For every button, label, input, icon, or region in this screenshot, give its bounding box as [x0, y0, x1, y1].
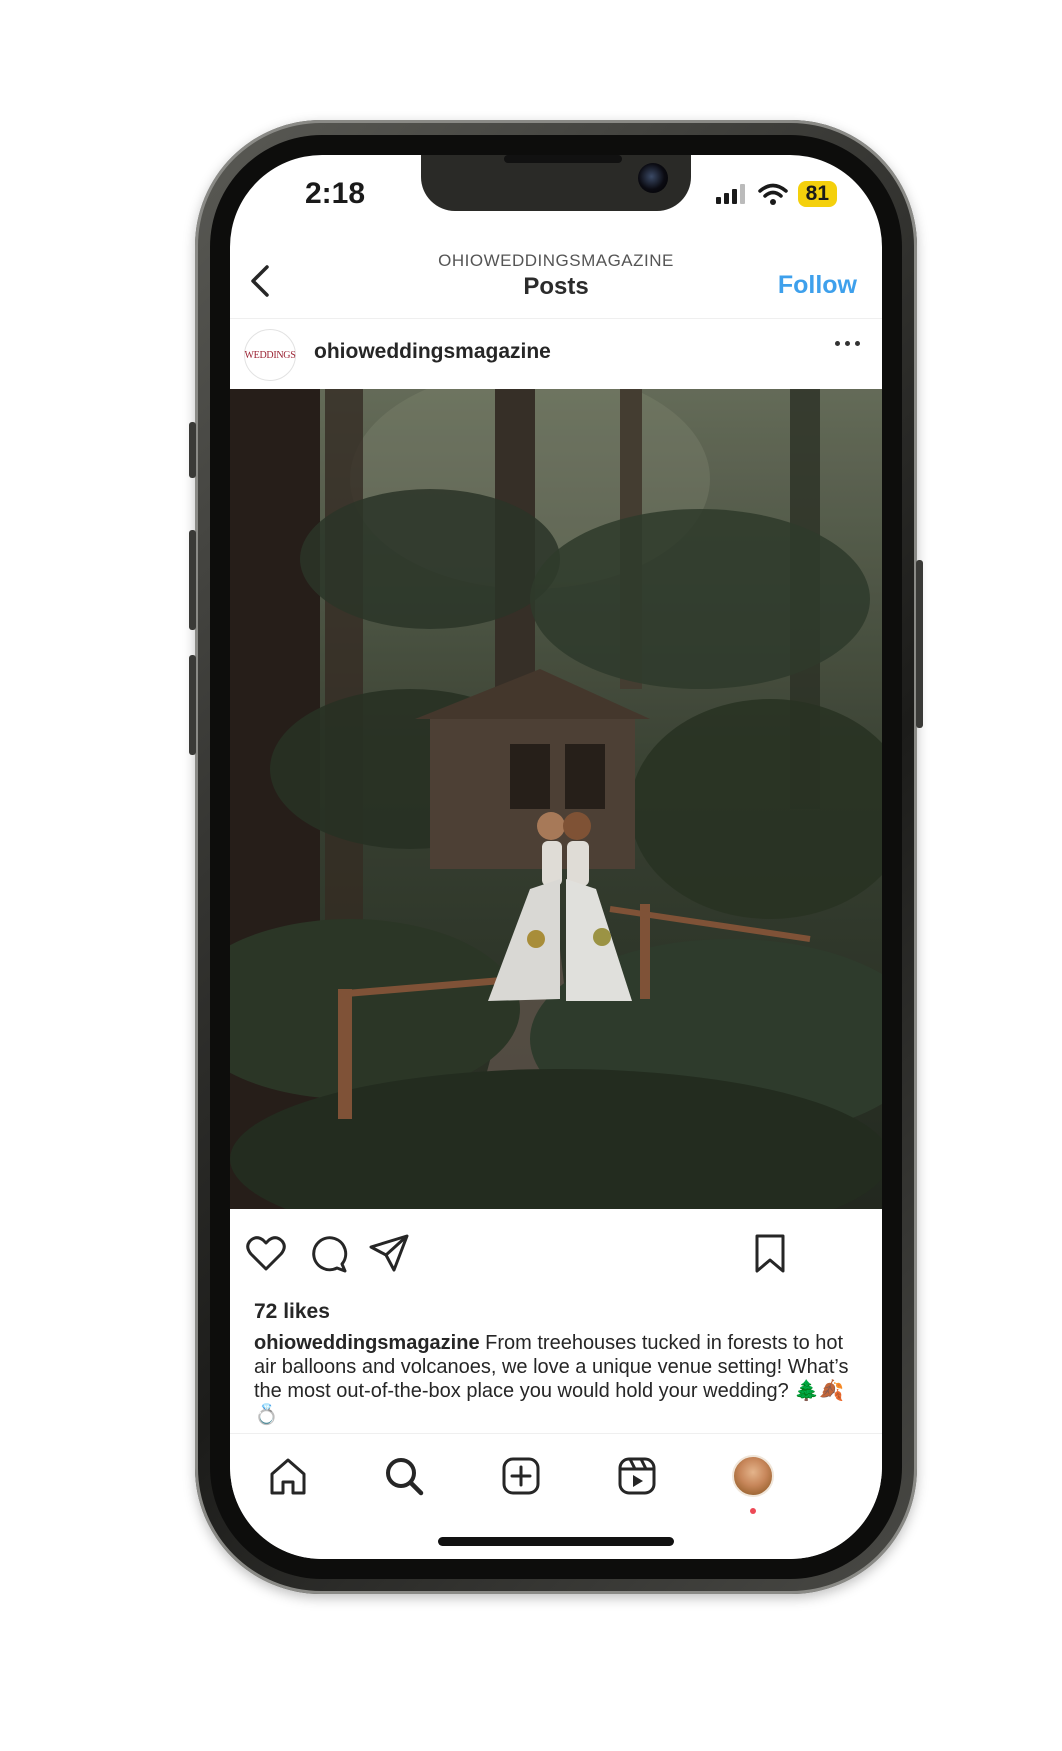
tab-search[interactable]: [380, 1452, 428, 1500]
post-actions: [230, 1209, 882, 1289]
forest-illustration: [230, 389, 882, 1209]
earpiece-speaker: [504, 155, 622, 163]
phone-screen: 2:18 81 OHIOWEDDINGSMAGAZINE Posts Follo…: [230, 155, 882, 1559]
status-icons: 81: [715, 181, 837, 207]
post-header: WEDDINGS ohioweddingsmagazine: [230, 319, 882, 389]
follow-button[interactable]: Follow: [778, 271, 857, 300]
post-caption: ohioweddingsmagazine From treehouses tuc…: [254, 1331, 864, 1427]
likes-count[interactable]: 72 likes: [254, 1300, 330, 1324]
tab-create[interactable]: [497, 1452, 545, 1500]
avatar-logo-text: WEDDINGS: [244, 349, 296, 361]
profile-avatar: [732, 1455, 774, 1497]
home-indicator[interactable]: [438, 1537, 674, 1546]
post-avatar[interactable]: WEDDINGS: [244, 329, 296, 381]
battery-icon: 81: [797, 181, 837, 207]
heart-icon[interactable]: [244, 1231, 288, 1275]
wifi-icon: [757, 183, 788, 205]
caption-username[interactable]: ohioweddingsmagazine: [254, 1332, 480, 1354]
side-button: [189, 422, 196, 478]
post-photo[interactable]: [230, 389, 882, 1209]
side-button: [916, 560, 923, 728]
bookmark-icon[interactable]: [748, 1231, 792, 1275]
comment-icon[interactable]: [306, 1231, 350, 1275]
notch: [421, 155, 691, 211]
nav-header: OHIOWEDDINGSMAGAZINE Posts Follow: [230, 243, 882, 319]
tab-reels[interactable]: [613, 1452, 661, 1500]
notification-dot: [750, 1508, 756, 1514]
front-camera: [638, 163, 668, 193]
reels-icon: [618, 1457, 656, 1495]
post-username[interactable]: ohioweddingsmagazine: [314, 340, 551, 364]
tab-home[interactable]: [264, 1452, 312, 1500]
create-icon: [502, 1457, 540, 1495]
home-icon: [270, 1458, 306, 1495]
search-icon: [386, 1458, 424, 1496]
side-button: [189, 530, 196, 630]
signal-icon: [715, 184, 745, 204]
tab-profile[interactable]: [729, 1452, 777, 1514]
bottom-tab-bar: [230, 1433, 882, 1559]
side-button: [189, 655, 196, 755]
share-icon[interactable]: [367, 1231, 411, 1275]
status-time: 2:18: [305, 177, 366, 210]
header-account-name: OHIOWEDDINGSMAGAZINE: [438, 251, 674, 270]
more-options-icon[interactable]: [835, 341, 860, 346]
